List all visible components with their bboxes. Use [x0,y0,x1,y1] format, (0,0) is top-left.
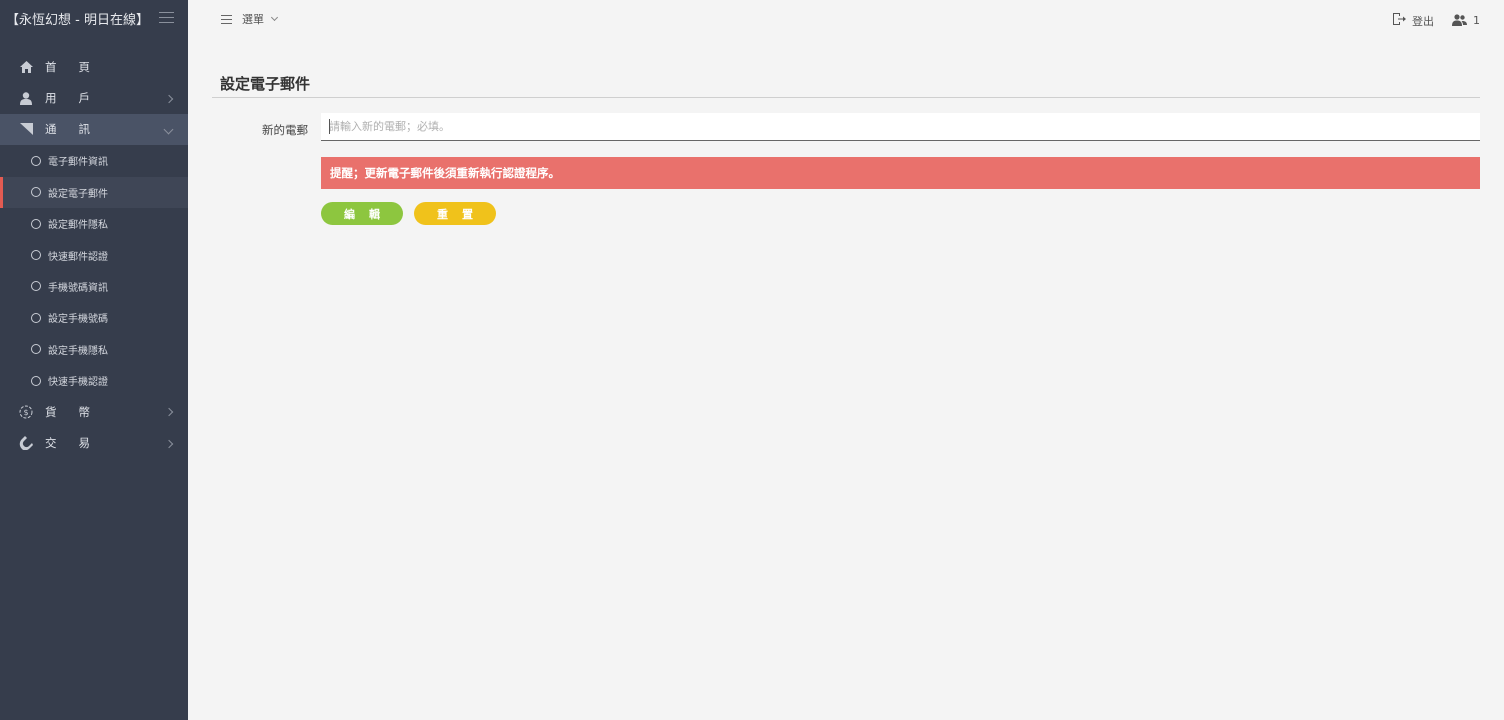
submenu-item-email-privacy[interactable]: 設定郵件隱私 [0,208,188,239]
submenu-item-label: 設定電子郵件 [48,188,108,200]
submenu-item-label: 設定手機隱私 [48,345,108,357]
brand-title: 【永恆幻想 - 明日在線】 [6,13,149,28]
submenu-item-email-info[interactable]: 電子郵件資訊 [0,145,188,176]
title-divider [212,97,1480,98]
submenu-item-phone-privacy[interactable]: 設定手機隱私 [0,334,188,365]
submenu-item-quick-phone-verify[interactable]: 快速手機認證 [0,365,188,396]
submenu-item-set-email[interactable]: 設定電子郵件 [0,176,188,208]
submenu-item-quick-email-verify[interactable]: 快速郵件認證 [0,239,188,270]
reset-button[interactable]: 重置 [414,202,496,225]
sidebar-item-users[interactable]: 用戶 [0,82,188,113]
chevron-right-icon [164,405,174,418]
home-icon [18,59,34,75]
circle-icon [31,187,41,198]
submenu-item-label: 設定郵件隱私 [48,220,108,232]
circle-icon [31,344,41,355]
edit-button[interactable]: 編輯 [321,202,403,225]
circle-icon [31,218,41,229]
circle-icon [31,375,41,386]
online-user-count: 1 [1473,14,1480,27]
menu-dropdown-button[interactable]: 選單 [221,11,279,27]
menu-icon [221,14,232,24]
submenu-item-label: 設定手機號碼 [48,314,108,326]
circle-icon [31,281,41,292]
sidebar-item-home[interactable]: 首頁 [0,51,188,82]
text-caret [329,119,330,134]
magnet-icon [18,435,34,451]
sidebar-item-currency[interactable]: $ 貨幣 [0,396,188,427]
sidebar-toggle-icon[interactable] [159,12,174,24]
chevron-right-icon [164,92,174,105]
topbar: 選單 登出 1 [188,0,1504,37]
submenu-item-set-phone[interactable]: 設定手機號碼 [0,302,188,333]
circle-icon [31,250,41,261]
chevron-right-icon [164,437,174,450]
circle-icon [31,155,41,166]
page-title: 設定電子郵件 [220,75,311,93]
brand: 【永恆幻想 - 明日在線】 [0,0,188,37]
warning-alert: 提醒；更新電子郵件後須重新執行認證程序。 [321,157,1480,189]
sidebar-item-label: 首頁 [45,59,112,74]
submenu-item-label: 快速手機認證 [48,377,108,389]
logout-button[interactable]: 登出 [1392,11,1434,30]
user-icon [18,90,34,106]
users-icon [1452,11,1467,30]
sidebar: 【永恆幻想 - 明日在線】 首頁 用戶 通訊 電子郵件資訊 設定電子郵件 設定郵… [0,0,188,720]
chevron-down-icon [163,123,174,136]
logout-icon [1392,11,1406,30]
signal-icon [18,121,34,137]
sidebar-item-trade[interactable]: 交易 [0,428,188,459]
sidebar-item-label: 交易 [45,436,112,451]
submenu-item-label: 電子郵件資訊 [48,157,108,169]
sidebar-item-label: 貨幣 [45,404,112,419]
logout-label: 登出 [1412,14,1434,28]
currency-icon: $ [18,404,34,420]
submenu-item-phone-info[interactable]: 手機號碼資訊 [0,271,188,302]
new-email-input[interactable] [321,113,1480,141]
svg-text:$: $ [23,408,28,417]
menu-label: 選單 [242,13,264,26]
submenu-item-label: 手機號碼資訊 [48,282,108,294]
sidebar-nav: 首頁 用戶 通訊 電子郵件資訊 設定電子郵件 設定郵件隱私 快速郵件認證 手機號… [0,51,188,459]
sidebar-item-communication[interactable]: 通訊 [0,113,188,146]
new-email-label: 新的電郵 [262,123,308,137]
submenu-item-label: 快速郵件認證 [48,251,108,263]
circle-icon [31,312,41,323]
sidebar-item-label: 用戶 [45,91,112,106]
sidebar-item-label: 通訊 [45,122,112,137]
online-users-button[interactable]: 1 [1452,11,1480,30]
chevron-down-icon [270,13,279,22]
